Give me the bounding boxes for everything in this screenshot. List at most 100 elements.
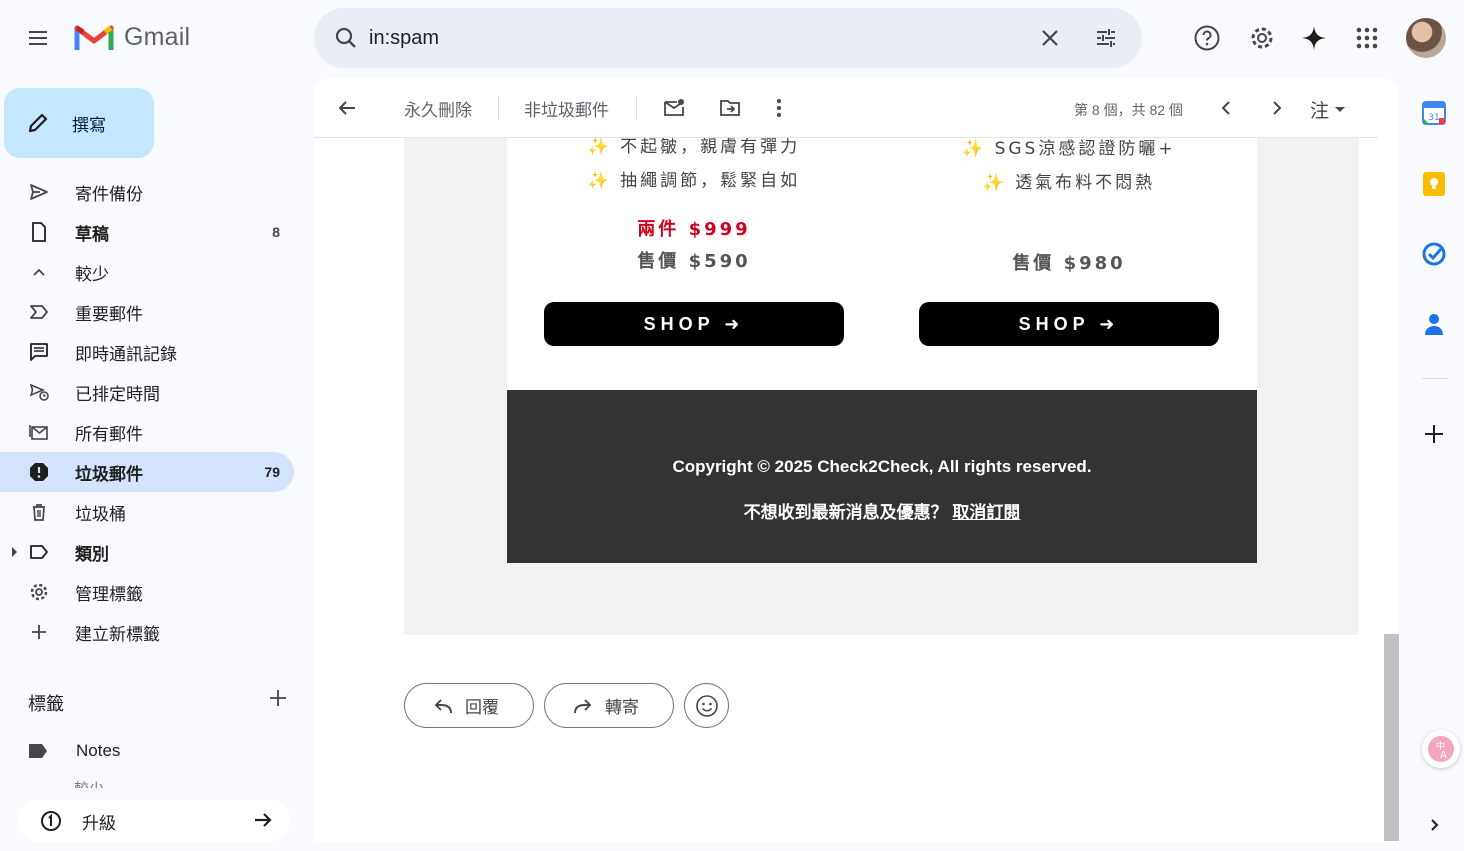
compose-label: 撰寫 [72,115,106,135]
sidebar-item-important[interactable]: 重要郵件 [0,292,294,332]
help-icon[interactable] [1187,18,1227,58]
product-feature: ✨ 抽繩調節，鬆緊自如 [587,171,801,191]
sidebar-item-chats[interactable]: 即時通訊記錄 [0,332,294,372]
sidebar-item-manage-labels[interactable]: 管理標籤 [0,572,294,612]
back-arrow-icon[interactable] [331,92,363,124]
upgrade-label: 升級 [82,813,116,833]
delete-forever-button[interactable]: 永久刪除 [404,96,472,121]
email-body: ✨ 不起皺，親膚有彈力 ✨ 抽繩調節，鬆緊自如 兩件 $999 售價 $590 SH… [404,138,1359,635]
sidebar-nav: 寄件備份 草稿 8 較少 重要郵件 即時通訊記錄 已排定時間 所有郵件 垃圾郵件… [0,172,314,652]
sidebar-item-create-label[interactable]: 建立新標籤 [0,612,294,652]
more-vert-icon[interactable] [763,92,795,124]
sidebar-item-categories[interactable]: 類別 [0,532,294,572]
unsubscribe-line: 不想收到最新消息及優惠？ 取消訂閱 [507,498,1257,523]
forward-arrow-icon [574,698,592,713]
translate-extension-icon[interactable]: 中A [1422,730,1460,768]
scrollbar-thumb[interactable] [1384,634,1399,841]
sidebar-item-spam[interactable]: 垃圾郵件 79 [0,452,294,492]
search-options-icon[interactable] [1090,22,1122,54]
plus-icon [28,621,50,643]
sidebar-item-label: 垃圾郵件 [75,464,143,484]
shop-button-left[interactable]: SHOP ➜ [544,302,844,346]
not-spam-button[interactable]: 非垃圾郵件 [524,96,609,121]
product-feature: ✨ 不起皺，親膚有彈力 [587,138,801,157]
gemini-sparkle-icon[interactable] [1294,18,1334,58]
unsubscribe-link[interactable]: 取消訂閱 [952,503,1020,522]
important-label-icon [28,301,50,323]
sidebar-item-label: 管理標籤 [75,584,143,604]
search-icon[interactable] [330,22,362,54]
calendar-icon[interactable]: 31 [1418,97,1450,129]
account-avatar[interactable] [1406,18,1446,58]
sparkle-icon: ✨ [587,171,613,191]
top-bar: Gmail [0,0,1464,78]
keep-notes-icon[interactable] [1418,168,1450,200]
sidebar-item-label: 即時通訊記錄 [75,344,177,364]
sidebar-item-drafts[interactable]: 草稿 8 [0,212,294,252]
sidebar-item-label: 類別 [75,544,109,564]
sidebar-item-label: 垃圾桶 [75,504,126,524]
label-tag-icon [28,541,50,563]
pagination-text: 第 8 個，共 82 個 [1074,102,1183,118]
chevron-right-icon[interactable] [1260,92,1292,124]
message-view: 永久刪除 非垃圾郵件 第 8 個，共 82 個 注 ✨ 不起皺，親膚有彈力 ✨ 抽 [314,78,1399,842]
expand-caret-icon[interactable] [12,547,17,557]
product-feature: ✨ 透氣布料不悶熱 [982,173,1156,193]
reply-button[interactable]: 回覆 [404,683,534,728]
trash-icon [28,501,50,523]
clear-search-icon[interactable] [1034,22,1066,54]
sidebar-item-all-mail[interactable]: 所有郵件 [0,412,294,452]
labels-title: 標籤 [28,694,64,714]
product-section: ✨ 不起皺，親膚有彈力 ✨ 抽繩調節，鬆緊自如 兩件 $999 售價 $590 SH… [507,138,1257,390]
label-filled-icon [29,744,47,758]
search-bar [314,8,1142,68]
upgrade-icon [41,811,61,831]
labels-less-toggle[interactable]: 較少 [74,778,104,788]
add-addon-plus-icon[interactable] [1418,418,1450,450]
forward-label: 轉寄 [605,698,639,717]
send-icon [28,181,50,203]
sidebar-item-less[interactable]: 較少 [0,252,294,292]
add-label-plus-icon[interactable] [268,688,288,713]
sidebar-item-label: 草稿 [75,224,109,244]
main-menu-button[interactable] [18,18,58,58]
chevron-up-icon [28,261,50,283]
drafts-count: 8 [272,224,280,240]
input-tools-label: 注 [1310,101,1330,122]
product-feature: ✨ SGS涼感認證防曬+ [962,139,1176,159]
upgrade-button[interactable]: 升級 [18,800,290,842]
reply-arrow-icon [434,698,452,713]
contacts-icon[interactable] [1418,308,1450,340]
shop-button-right[interactable]: SHOP ➜ [919,302,1219,346]
forward-button[interactable]: 轉寄 [544,683,674,728]
compose-button[interactable]: 撰寫 [4,88,154,158]
gmail-logo[interactable]: Gmail [74,22,190,52]
hamburger-icon [29,31,47,45]
label-item-notes[interactable]: Notes [28,739,120,763]
product-card-right: ✨ SGS涼感認證防曬+ ✨ 透氣布料不悶熱 售價 $980 [919,138,1219,280]
show-side-panel-chevron-icon[interactable] [1418,809,1450,841]
mark-unread-icon[interactable] [658,92,690,124]
search-input[interactable] [369,22,1009,54]
sparkle-icon: ✨ [962,139,987,159]
settings-gear-icon[interactable] [1242,18,1282,58]
sidebar-item-label: 已排定時間 [75,384,160,404]
reply-label: 回覆 [465,698,499,717]
emoji-reaction-button[interactable] [684,683,729,728]
toolbar-divider [636,96,637,120]
chevron-left-icon[interactable] [1211,92,1243,124]
move-to-folder-icon[interactable] [714,92,746,124]
smiley-icon [695,694,718,717]
input-tools-dropdown[interactable]: 注 [1310,96,1346,123]
sparkle-icon: ✨ [982,173,1008,193]
sidebar-item-scheduled[interactable]: 已排定時間 [0,372,294,412]
sale-price: 售價 $980 [1012,253,1126,274]
labels-section-header: 標籤 [28,690,292,714]
apps-grid-icon[interactable] [1347,18,1387,58]
svg-text:31: 31 [1428,113,1439,123]
promo-price: 兩件 $999 [637,219,751,240]
tasks-icon[interactable] [1418,238,1450,270]
toolbar-divider [498,96,499,120]
sidebar-item-sent[interactable]: 寄件備份 [0,172,294,212]
sidebar-item-trash[interactable]: 垃圾桶 [0,492,294,532]
